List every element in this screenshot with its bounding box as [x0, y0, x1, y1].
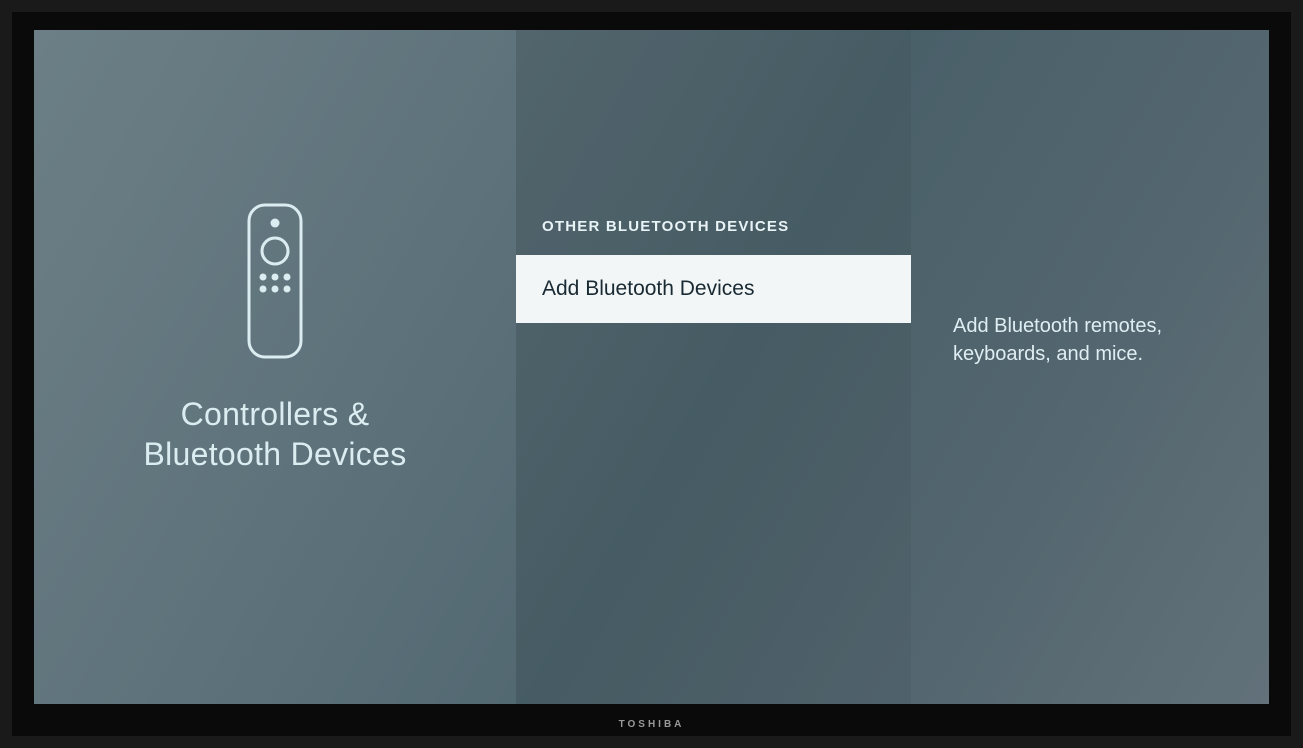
category-title-line2: Bluetooth Devices — [143, 436, 406, 472]
category-title-line1: Controllers & — [181, 396, 370, 432]
menu-item-label: Add Bluetooth Devices — [542, 277, 754, 300]
options-panel: OTHER BLUETOOTH DEVICES Add Bluetooth De… — [516, 30, 911, 704]
description-panel: Add Bluetooth remotes, keyboards, and mi… — [911, 30, 1269, 704]
category-title: Controllers & Bluetooth Devices — [143, 394, 406, 474]
add-bluetooth-devices-item[interactable]: Add Bluetooth Devices — [516, 255, 911, 323]
tv-frame: Controllers & Bluetooth Devices OTHER BL… — [0, 0, 1303, 748]
remote-control-icon — [243, 201, 307, 366]
settings-screen: Controllers & Bluetooth Devices OTHER BL… — [34, 30, 1269, 704]
options-header: OTHER BLUETOOTH DEVICES — [516, 218, 911, 255]
category-panel: Controllers & Bluetooth Devices — [34, 30, 516, 704]
option-description: Add Bluetooth remotes, keyboards, and mi… — [953, 312, 1239, 368]
tv-brand-label: TOSHIBA — [619, 719, 685, 730]
